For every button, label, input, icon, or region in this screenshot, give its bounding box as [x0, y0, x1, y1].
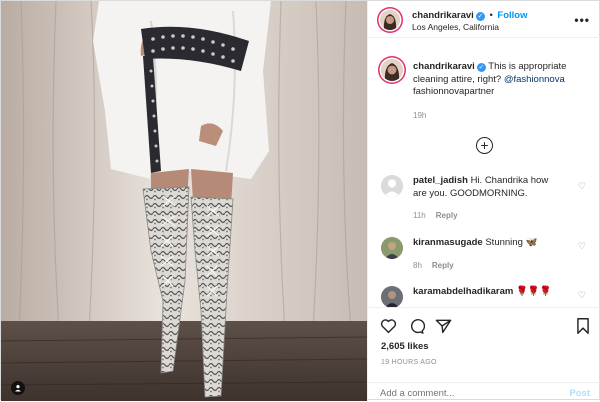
- comment-meta: 8h Reply: [413, 261, 464, 270]
- comment-body: kiranmasugade Stunning 🦋: [413, 237, 563, 250]
- caption-partner-tag: fashionnovapartner: [413, 86, 495, 97]
- follow-separator: •: [489, 10, 493, 21]
- commenter-avatar[interactable]: [381, 286, 403, 308]
- likes-count[interactable]: 2,605 likes: [381, 341, 429, 352]
- comment-timestamp[interactable]: 11h: [413, 211, 426, 220]
- caption-avatar[interactable]: [381, 59, 403, 81]
- follow-button[interactable]: Follow: [497, 10, 527, 21]
- comment-username[interactable]: patel_jadish: [413, 175, 468, 186]
- save-bookmark-icon[interactable]: [576, 318, 590, 337]
- load-more-comments-button[interactable]: +: [476, 137, 493, 154]
- post-side-panel: chandrikaravi ✓ • Follow Los Angeles, Cal…: [367, 1, 600, 401]
- like-comment-heart-icon[interactable]: ♡: [578, 241, 586, 252]
- reply-button[interactable]: Reply: [432, 261, 454, 270]
- comment-username[interactable]: karamabdelhadikaram: [413, 286, 513, 297]
- comment-text: Stunning: [485, 237, 523, 248]
- caption-username[interactable]: chandrikaravi: [413, 61, 475, 72]
- author-username[interactable]: chandrikaravi: [412, 10, 474, 21]
- verified-badge-icon: ✓: [475, 12, 485, 21]
- instagram-post-window: chandrikaravi ✓ • Follow Los Angeles, Cal…: [0, 0, 600, 401]
- post-photo[interactable]: [1, 1, 367, 401]
- commenter-avatar[interactable]: [381, 237, 403, 259]
- more-options-icon[interactable]: •••: [574, 13, 590, 27]
- post-timestamp[interactable]: 19 HOURS AGO: [381, 359, 437, 366]
- share-paper-plane-icon[interactable]: [435, 318, 452, 334]
- like-comment-heart-icon[interactable]: ♡: [578, 181, 586, 192]
- like-comment-heart-icon[interactable]: ♡: [578, 290, 586, 301]
- add-comment-input[interactable]: [380, 388, 550, 399]
- post-header: chandrikaravi ✓ • Follow Los Angeles, Cal…: [368, 1, 600, 38]
- add-comment-bar: Post: [368, 382, 600, 402]
- comment-emoji: 🦋: [525, 237, 538, 248]
- comment-body: karamabdelhadikaram 🌹🌹🌹: [413, 286, 583, 299]
- author-line: chandrikaravi ✓ • Follow: [412, 10, 527, 21]
- post-photo-illustration: [1, 1, 367, 401]
- verified-badge-icon: ✓: [476, 63, 486, 72]
- comment-timestamp[interactable]: 8h: [413, 261, 422, 270]
- commenter-avatar[interactable]: [381, 175, 403, 197]
- author-avatar[interactable]: [380, 10, 400, 30]
- comment-emoji: 🌹🌹🌹: [515, 286, 552, 297]
- comment-body: patel_jadish Hi. Chandrika how are you. …: [413, 175, 563, 200]
- reply-button[interactable]: Reply: [436, 211, 458, 220]
- comment-username[interactable]: kiranmasugade: [413, 237, 483, 248]
- comment-bubble-icon[interactable]: [408, 318, 425, 334]
- caption-text-block: chandrikaravi ✓ This is appropriate clean…: [413, 61, 593, 99]
- comment-meta: 11h Reply: [413, 211, 468, 220]
- caption-mention-link[interactable]: @fashionnova: [504, 74, 565, 85]
- action-icons-row: [380, 318, 460, 337]
- person-tag-icon[interactable]: [11, 381, 25, 395]
- post-actions-section: 2,605 likes 19 HOURS AGO Post: [368, 307, 600, 401]
- post-comment-button[interactable]: Post: [569, 388, 590, 399]
- like-heart-icon[interactable]: [380, 318, 397, 334]
- caption-timestamp[interactable]: 19h: [413, 111, 426, 120]
- location-link[interactable]: Los Angeles, California: [412, 22, 499, 32]
